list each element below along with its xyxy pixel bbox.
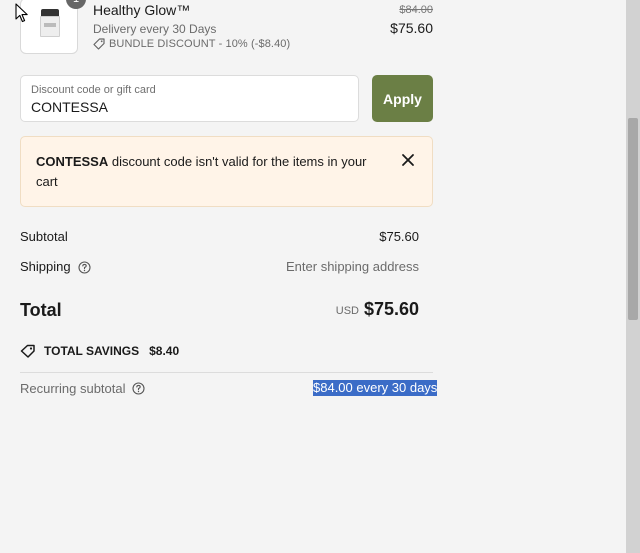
error-message: CONTESSA discount code isn't valid for t…	[36, 152, 381, 192]
error-code: CONTESSA	[36, 154, 109, 169]
shipping-row: Shipping	[20, 259, 91, 274]
bundle-discount-text: BUNDLE DISCOUNT - 10% (-$8.40)	[109, 38, 291, 50]
recurring-subtotal-value: $84.00 every 30 days	[313, 380, 438, 396]
bundle-discount: BUNDLE DISCOUNT - 10% (-$8.40)	[93, 38, 290, 50]
scrollbar-thumb[interactable]	[628, 118, 638, 320]
shipping-value: Enter shipping address	[286, 259, 419, 274]
savings-label: TOTAL SAVINGS	[44, 344, 140, 358]
original-price: $84.00	[399, 4, 433, 16]
discount-field-label: Discount code or gift card	[31, 84, 156, 96]
total-label: Total	[20, 300, 62, 320]
divider	[20, 372, 433, 373]
jar-image	[40, 9, 60, 37]
delivery-frequency: Delivery every 30 Days	[93, 22, 217, 36]
apply-button[interactable]: Apply	[372, 75, 433, 122]
total-value: $75.60	[363, 299, 419, 319]
vertical-scrollbar[interactable]	[626, 0, 640, 553]
product-name: Healthy Glow™	[93, 2, 191, 18]
discount-code-input[interactable]: CONTESSA	[31, 99, 108, 115]
subtotal-value: $75.60	[379, 229, 419, 244]
tag-icon	[93, 38, 105, 50]
total-currency: USD	[335, 305, 359, 317]
discount-error-banner: CONTESSA discount code isn't valid for t…	[20, 136, 433, 207]
checkout-summary-panel: 1 Healthy Glow™ Delivery every 30 Days B…	[0, 0, 626, 553]
help-circle-icon[interactable]	[78, 261, 91, 274]
mouse-cursor-icon	[15, 3, 28, 23]
savings-value: $8.40	[149, 344, 180, 358]
shipping-label: Shipping	[20, 259, 71, 274]
product-price: $75.60	[390, 20, 433, 36]
total-savings: TOTAL SAVINGS $8.40	[20, 344, 179, 358]
recurring-subtotal-label: Recurring subtotal	[20, 381, 126, 396]
subtotal-label: Subtotal	[20, 229, 68, 244]
recurring-subtotal-row: Recurring subtotal	[20, 381, 145, 396]
close-icon[interactable]	[401, 153, 415, 167]
help-circle-icon[interactable]	[131, 382, 145, 395]
tag-icon	[20, 344, 35, 358]
discount-code-field[interactable]: Discount code or gift card CONTESSA	[20, 75, 359, 122]
